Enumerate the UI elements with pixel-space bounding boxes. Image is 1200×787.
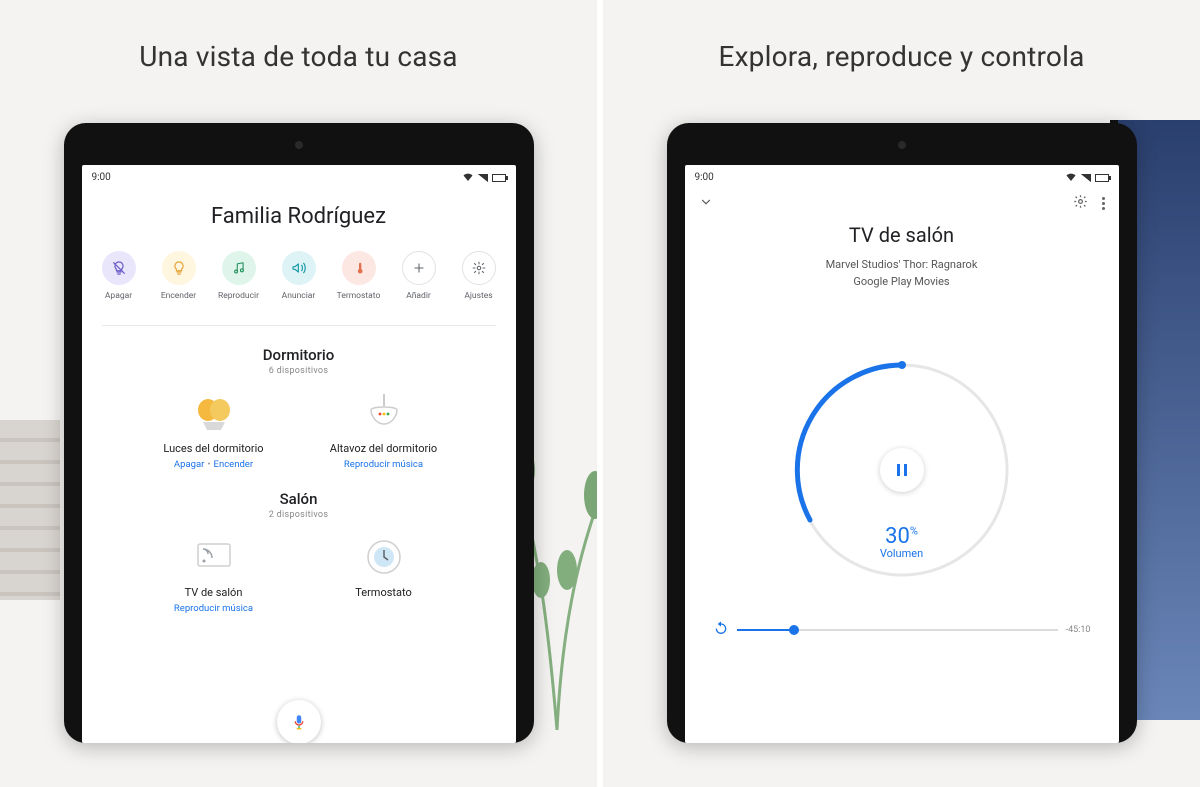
pause-button[interactable]: [880, 448, 924, 492]
headline-1: Una vista de toda tu casa: [139, 40, 457, 73]
action-announce[interactable]: Anunciar: [276, 251, 322, 301]
media-track: Marvel Studios' Thor: Ragnarok: [685, 257, 1119, 274]
action-label: Añadir: [406, 291, 431, 301]
home-name: Familia Rodríguez: [82, 204, 516, 229]
status-time: 9:00: [92, 172, 111, 183]
panel-media: Explora, reproduce y controla 9:00: [597, 0, 1200, 787]
plus-icon: [402, 251, 436, 285]
tablet-frame-2: 9:00: [667, 123, 1137, 743]
action-label: Encender: [161, 291, 196, 301]
signal-icon: [478, 174, 488, 182]
tablet-camera: [898, 141, 906, 149]
action-label: Ajustes: [464, 291, 492, 301]
bg-shelf: [0, 420, 60, 600]
settings-icon[interactable]: [1073, 194, 1088, 213]
panel-home: Una vista de toda tu casa 9:00 Familia R…: [0, 0, 597, 787]
action-label: Apagar: [105, 291, 132, 301]
bulb-on-icon: [162, 251, 196, 285]
media-source: Google Play Movies: [685, 274, 1119, 291]
volume-readout: 30% Volumen: [782, 524, 1022, 560]
device-name: TV de salón: [185, 586, 243, 599]
action-label: Termostato: [337, 291, 381, 301]
device-name: Altavoz del dormitorio: [330, 442, 437, 455]
screen-2: 9:00: [685, 165, 1119, 743]
tablet-camera: [295, 141, 303, 149]
device-card[interactable]: Altavoz del dormitorio Reproducir música: [324, 392, 444, 470]
device-row: Luces del dormitorio Apagar•Encender Altav…: [82, 392, 516, 470]
media-device-title: TV de salón: [685, 223, 1119, 247]
room-dormitorio: Dormitorio 6 dispositivos Luces del dormit…: [82, 346, 516, 470]
lights-icon: [193, 392, 235, 434]
mic-icon: [290, 713, 308, 731]
rewind-icon[interactable]: [713, 620, 729, 640]
status-bar: 9:00: [685, 165, 1119, 186]
device-card[interactable]: Luces del dormitorio Apagar•Encender: [154, 392, 274, 470]
device-name: Luces del dormitorio: [163, 442, 263, 455]
wifi-icon: [1065, 171, 1077, 184]
seek-bar: -45:10: [713, 620, 1091, 640]
room-salón: Salón 2 dispositivos TV de salón Reproducir…: [82, 490, 516, 614]
time-remaining: -45:10: [1066, 625, 1091, 635]
battery-icon: [1095, 174, 1109, 182]
device-action-link[interactable]: Apagar: [174, 459, 204, 470]
status-time: 9:00: [695, 172, 714, 183]
action-play[interactable]: Reproducir: [216, 251, 262, 301]
tablet-frame-1: 9:00 Familia Rodríguez Apagar Encender Rep…: [64, 123, 534, 743]
speaker-icon: [363, 392, 405, 434]
device-actions: Reproducir música: [344, 459, 423, 470]
room-name: Salón: [82, 490, 516, 508]
action-thermo[interactable]: Termostato: [336, 251, 382, 301]
wifi-icon: [462, 171, 474, 184]
device-card[interactable]: TV de salón Reproducir música: [154, 536, 274, 614]
room-device-count: 2 dispositivos: [82, 510, 516, 520]
note-icon: [222, 251, 256, 285]
room-device-count: 6 dispositivos: [82, 366, 516, 376]
action-off[interactable]: Apagar: [96, 251, 142, 301]
device-row: TV de salón Reproducir música Termostato: [82, 536, 516, 614]
status-bar: 9:00: [82, 165, 516, 186]
screen-1: 9:00 Familia Rodríguez Apagar Encender Rep…: [82, 165, 516, 743]
device-actions: Reproducir música: [174, 603, 253, 614]
headline-2: Explora, reproduce y controla: [718, 40, 1084, 73]
action-settings[interactable]: Ajustes: [456, 251, 502, 301]
battery-icon: [492, 174, 506, 182]
bulb-off-icon: [102, 251, 136, 285]
room-name: Dormitorio: [82, 346, 516, 364]
assistant-mic-button[interactable]: [277, 700, 321, 743]
device-card[interactable]: Termostato: [324, 536, 444, 614]
device-action-link[interactable]: Reproducir música: [344, 459, 423, 470]
volume-dial[interactable]: 30% Volumen: [782, 350, 1022, 590]
volume-percent: 30: [885, 524, 910, 549]
volume-label: Volumen: [782, 547, 1022, 560]
action-label: Reproducir: [218, 291, 259, 301]
collapse-icon[interactable]: [699, 195, 713, 213]
seek-track[interactable]: [737, 629, 1058, 631]
device-actions: Apagar•Encender: [174, 459, 253, 470]
gear-icon: [462, 251, 496, 285]
thermostat-icon: [363, 536, 405, 578]
more-icon[interactable]: [1102, 197, 1105, 210]
announce-icon: [282, 251, 316, 285]
device-action-link[interactable]: Reproducir música: [174, 603, 253, 614]
media-topbar: [685, 186, 1119, 213]
seek-progress: [737, 629, 795, 631]
media-now-playing: Marvel Studios' Thor: Ragnarok Google Pl…: [685, 257, 1119, 290]
seek-thumb[interactable]: [789, 625, 799, 635]
action-on[interactable]: Encender: [156, 251, 202, 301]
action-label: Anunciar: [282, 291, 316, 301]
device-action-link[interactable]: Encender: [214, 459, 254, 470]
rooms-container: Dormitorio 6 dispositivos Luces del dormit…: [82, 326, 516, 743]
quick-actions-row: Apagar Encender Reproducir Anunciar Termosta…: [82, 251, 516, 301]
device-name: Termostato: [355, 586, 412, 599]
signal-icon: [1081, 174, 1091, 182]
tv-icon: [193, 536, 235, 578]
action-add[interactable]: Añadir: [396, 251, 442, 301]
thermo-icon: [342, 251, 376, 285]
